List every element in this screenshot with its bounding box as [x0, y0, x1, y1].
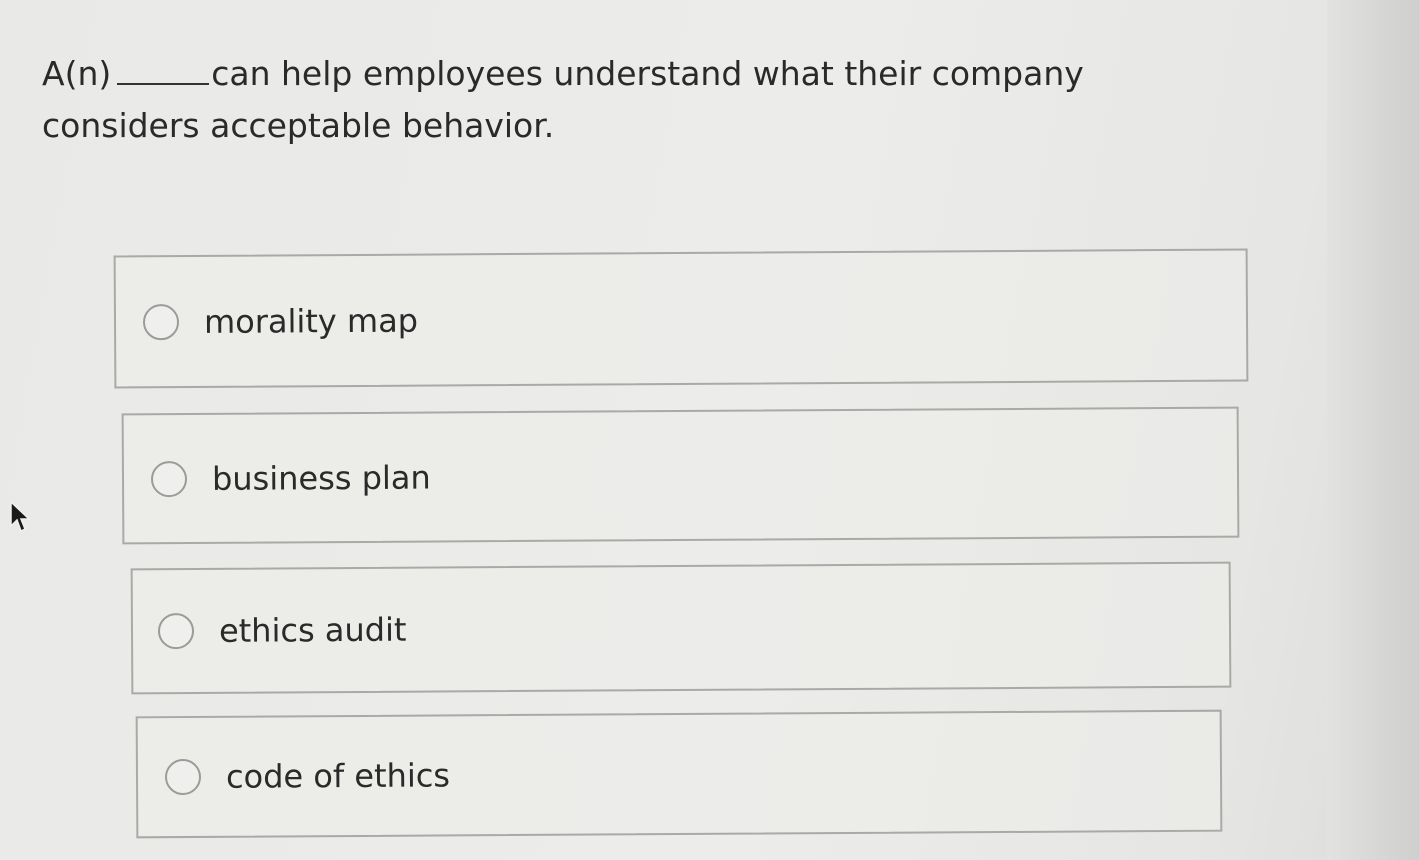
- question-text: A(n) can help employees understand what t…: [42, 48, 1222, 152]
- question-prefix: A(n): [42, 54, 112, 93]
- option-code-of-ethics[interactable]: code of ethics: [135, 709, 1223, 839]
- option-label: ethics audit: [218, 610, 407, 650]
- mouse-pointer-icon: [10, 500, 31, 533]
- radio-button-icon[interactable]: [142, 303, 180, 340]
- answer-blank: [117, 57, 210, 85]
- radio-button-icon[interactable]: [150, 460, 188, 497]
- radio-button-icon[interactable]: [164, 758, 202, 796]
- screen-edge: [1327, 0, 1419, 860]
- option-label: business plan: [211, 458, 431, 498]
- quiz-screen: A(n) can help employees understand what t…: [0, 0, 1419, 860]
- option-morality-map[interactable]: morality map: [113, 248, 1249, 389]
- option-label: morality map: [203, 301, 419, 341]
- radio-button-icon[interactable]: [157, 612, 195, 650]
- option-ethics-audit[interactable]: ethics audit: [130, 561, 1232, 695]
- option-business-plan[interactable]: business plan: [121, 406, 1240, 545]
- option-label: code of ethics: [225, 756, 451, 796]
